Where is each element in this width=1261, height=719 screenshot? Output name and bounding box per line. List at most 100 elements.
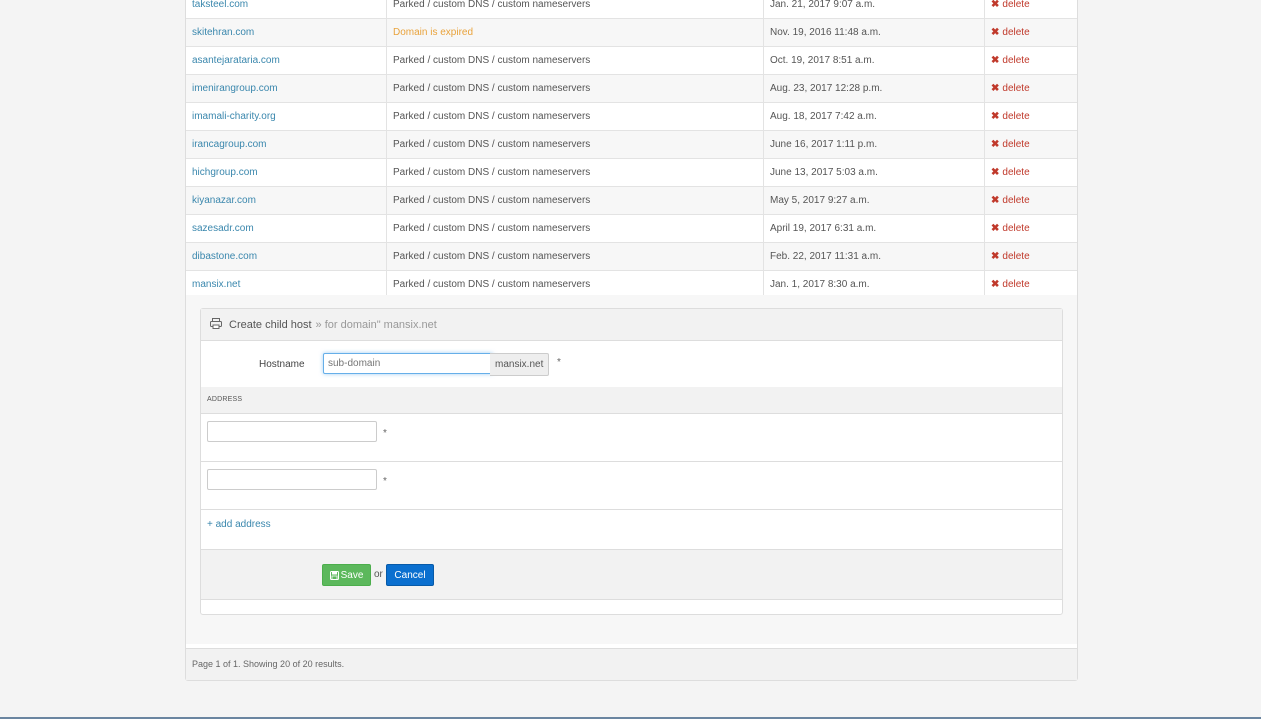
domain-link[interactable]: hichgroup.com [192, 167, 258, 178]
hostname-row: Hostname mansix.net * [201, 341, 1062, 387]
date-cell: Nov. 19, 2016 11:48 a.m. [763, 18, 985, 47]
status-cell: Parked / custom DNS / custom nameservers [386, 242, 764, 271]
required-mark: * [383, 476, 387, 487]
close-icon: ✖ [991, 139, 1000, 150]
status-cell: Parked / custom DNS / custom nameservers [386, 74, 764, 103]
address-header: ADDRESS [201, 387, 1062, 414]
box-header: Create child host » for domain" mansix.n… [201, 309, 1062, 341]
domains-table-body: taksteel.com Parked / custom DNS / custom… [186, 0, 1077, 299]
close-icon: ✖ [991, 167, 1000, 178]
delete-cell: ✖ delete [984, 0, 1077, 19]
close-icon: ✖ [991, 195, 1000, 206]
required-mark: * [557, 357, 561, 368]
close-icon: ✖ [991, 223, 1000, 234]
table-row: imenirangroup.com Parked / custom DNS / c… [186, 74, 1077, 103]
delete-link[interactable]: ✖ delete [991, 279, 1030, 290]
domain-link[interactable]: imenirangroup.com [192, 83, 278, 94]
close-icon: ✖ [991, 0, 1000, 10]
form-actions: Save or Cancel [201, 550, 1062, 600]
domain-link[interactable]: imamali-charity.org [192, 111, 276, 122]
domains-panel: taksteel.com Parked / custom DNS / custom… [185, 0, 1078, 681]
domain-cell: imenirangroup.com [186, 74, 387, 103]
add-address-link[interactable]: + add address [207, 519, 271, 530]
domain-cell: sazesadr.com [186, 214, 387, 243]
delete-link[interactable]: ✖ delete [991, 111, 1030, 122]
box-title: Create child host [229, 318, 312, 331]
status-cell: Parked / custom DNS / custom nameservers [386, 214, 764, 243]
hostname-input[interactable] [323, 353, 493, 374]
delete-link[interactable]: ✖ delete [991, 195, 1030, 206]
required-mark: * [383, 428, 387, 439]
domain-cell: skitehran.com [186, 18, 387, 47]
pagination-footer: Page 1 of 1. Showing 20 of 20 results. [186, 648, 1077, 680]
table-row: taksteel.com Parked / custom DNS / custom… [186, 0, 1077, 19]
domain-link[interactable]: irancagroup.com [192, 139, 266, 150]
table-row: irancagroup.com Parked / custom DNS / cus… [186, 130, 1077, 159]
date-cell: June 16, 2017 1:11 p.m. [763, 130, 985, 159]
date-cell: Oct. 19, 2017 8:51 a.m. [763, 46, 985, 75]
delete-link[interactable]: ✖ delete [991, 27, 1030, 38]
delete-cell: ✖ delete [984, 158, 1077, 187]
printer-icon [210, 317, 222, 332]
table-row: hichgroup.com Parked / custom DNS / custo… [186, 158, 1077, 187]
domain-cell: hichgroup.com [186, 158, 387, 187]
domain-link[interactable]: mansix.net [192, 279, 240, 290]
domain-cell: asantejarataria.com [186, 46, 387, 75]
table-row: kiyanazar.com Parked / custom DNS / custo… [186, 186, 1077, 215]
table-row: imamali-charity.org Parked / custom DNS /… [186, 102, 1077, 131]
close-icon: ✖ [991, 27, 1000, 38]
domain-cell: kiyanazar.com [186, 186, 387, 215]
date-cell: May 5, 2017 9:27 a.m. [763, 186, 985, 215]
delete-label: delete [1002, 167, 1030, 178]
status-cell: Parked / custom DNS / custom nameservers [386, 130, 764, 159]
delete-cell: ✖ delete [984, 102, 1077, 131]
delete-cell: ✖ delete [984, 46, 1077, 75]
create-child-host-area: Create child host » for domain" mansix.n… [186, 295, 1077, 644]
create-child-host-box: Create child host » for domain" mansix.n… [200, 308, 1063, 615]
date-cell: Jan. 21, 2017 9:07 a.m. [763, 0, 985, 19]
date-cell: Aug. 23, 2017 12:28 p.m. [763, 74, 985, 103]
cancel-button[interactable]: Cancel [386, 564, 434, 586]
delete-label: delete [1002, 55, 1030, 66]
close-icon: ✖ [991, 251, 1000, 262]
delete-link[interactable]: ✖ delete [991, 251, 1030, 262]
table-row: sazesadr.com Parked / custom DNS / custom… [186, 214, 1077, 243]
domain-link[interactable]: skitehran.com [192, 27, 254, 38]
delete-label: delete [1002, 139, 1030, 150]
address-input-2[interactable] [207, 469, 377, 490]
status-cell: Parked / custom DNS / custom nameservers [386, 102, 764, 131]
domain-link[interactable]: taksteel.com [192, 0, 248, 10]
table-row: dibastone.com Parked / custom DNS / custo… [186, 242, 1077, 271]
delete-label: delete [1002, 0, 1030, 10]
delete-link[interactable]: ✖ delete [991, 167, 1030, 178]
status-cell: Domain is expired [386, 18, 764, 47]
close-icon: ✖ [991, 83, 1000, 94]
delete-link[interactable]: ✖ delete [991, 83, 1030, 94]
domain-link[interactable]: kiyanazar.com [192, 195, 256, 206]
status-cell: Parked / custom DNS / custom nameservers [386, 46, 764, 75]
delete-label: delete [1002, 83, 1030, 94]
table-row: asantejarataria.com Parked / custom DNS /… [186, 46, 1077, 75]
delete-cell: ✖ delete [984, 242, 1077, 271]
close-icon: ✖ [991, 55, 1000, 66]
status-cell: Parked / custom DNS / custom nameservers [386, 158, 764, 187]
delete-link[interactable]: ✖ delete [991, 139, 1030, 150]
domain-link[interactable]: dibastone.com [192, 251, 257, 262]
close-icon: ✖ [991, 279, 1000, 290]
status-cell: Parked / custom DNS / custom nameservers [386, 186, 764, 215]
hostname-label: Hostname [259, 359, 305, 370]
delete-label: delete [1002, 111, 1030, 122]
status-cell: Parked / custom DNS / custom nameservers [386, 0, 764, 19]
delete-link[interactable]: ✖ delete [991, 0, 1030, 10]
address-row: * [201, 462, 1062, 510]
box-subtitle: » for domain" mansix.net [315, 318, 437, 331]
add-address-row: + add address [201, 510, 1062, 550]
domain-link[interactable]: sazesadr.com [192, 223, 254, 234]
save-button[interactable]: Save [322, 564, 371, 586]
delete-cell: ✖ delete [984, 214, 1077, 243]
delete-link[interactable]: ✖ delete [991, 223, 1030, 234]
delete-link[interactable]: ✖ delete [991, 55, 1030, 66]
or-separator: or [374, 569, 383, 580]
domain-link[interactable]: asantejarataria.com [192, 55, 280, 66]
address-input-1[interactable] [207, 421, 377, 442]
